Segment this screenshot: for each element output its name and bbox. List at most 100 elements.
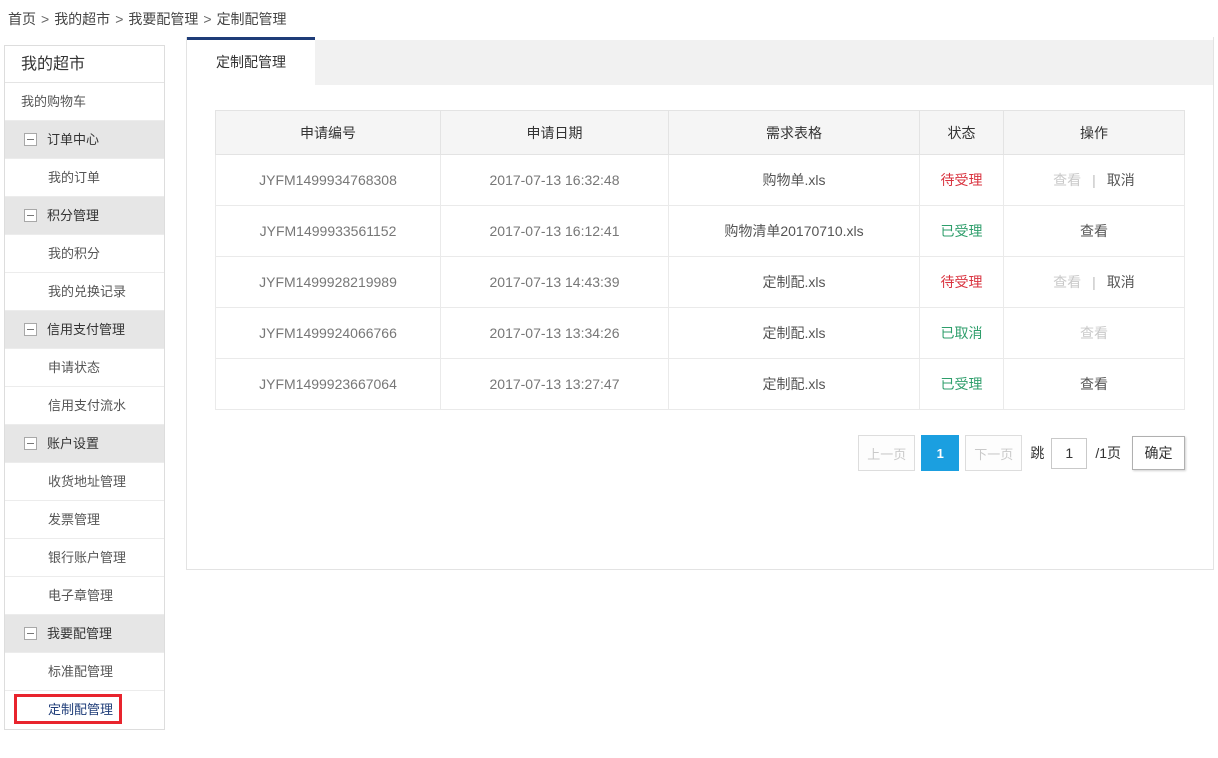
breadcrumb-separator: > — [41, 11, 49, 27]
cell-application-id: JYFM1499934768308 — [216, 155, 441, 206]
cell-actions: 查看 — [1004, 308, 1185, 359]
column-header: 申请日期 — [441, 111, 669, 155]
collapse-minus-icon[interactable] — [24, 437, 37, 450]
column-header: 操作 — [1004, 111, 1185, 155]
sidebar-item[interactable]: 标准配管理 — [5, 653, 164, 691]
sidebar-item[interactable]: 发票管理 — [5, 501, 164, 539]
sidebar-item[interactable]: 我的购物车 — [5, 83, 164, 121]
sidebar-item[interactable]: 我要配管理 — [5, 615, 164, 653]
page-jump-input[interactable] — [1051, 438, 1087, 469]
cell-requirement-file: 购物清单20170710.xls — [669, 206, 920, 257]
prev-page-button[interactable]: 上一页 — [858, 435, 915, 471]
cell-status: 已取消 — [920, 308, 1004, 359]
table-body: JYFM14999347683082017-07-13 16:32:48购物单.… — [216, 155, 1185, 410]
sidebar-item[interactable]: 申请状态 — [5, 349, 164, 387]
cell-status: 已受理 — [920, 359, 1004, 410]
column-header: 状态 — [920, 111, 1004, 155]
cell-status: 已受理 — [920, 206, 1004, 257]
sidebar-item[interactable]: 我的积分 — [5, 235, 164, 273]
action-view-link: 查看 — [1053, 172, 1081, 188]
collapse-minus-icon[interactable] — [24, 627, 37, 640]
action-view-link[interactable]: 查看 — [1080, 376, 1108, 392]
sidebar-item-label: 信用支付流水 — [48, 398, 126, 413]
sidebar: 我的超市 我的购物车订单中心我的订单积分管理我的积分我的兑换记录信用支付管理申请… — [4, 45, 165, 730]
cell-actions: 查看 | 取消 — [1004, 155, 1185, 206]
current-page-button[interactable]: 1 — [921, 435, 959, 471]
table-row: JYFM14999347683082017-07-13 16:32:48购物单.… — [216, 155, 1185, 206]
cell-actions: 查看 — [1004, 206, 1185, 257]
action-view-link: 查看 — [1053, 274, 1081, 290]
sidebar-item-active[interactable]: 定制配管理 — [5, 691, 164, 729]
next-page-button[interactable]: 下一页 — [965, 435, 1022, 471]
tab-bar: 定制配管理 — [187, 37, 1213, 85]
cell-application-date: 2017-07-13 13:34:26 — [441, 308, 669, 359]
tab-label: 定制配管理 — [216, 54, 286, 70]
table-row: JYFM14999335611522017-07-13 16:12:41购物清单… — [216, 206, 1185, 257]
sidebar-item[interactable]: 我的兑换记录 — [5, 273, 164, 311]
sidebar-item-label: 我的兑换记录 — [48, 284, 126, 299]
sidebar-item[interactable]: 信用支付流水 — [5, 387, 164, 425]
sidebar-item[interactable]: 收货地址管理 — [5, 463, 164, 501]
action-view-link: 查看 — [1080, 325, 1108, 341]
jump-label: 跳 — [1030, 443, 1044, 463]
total-pages-label: /1页 — [1095, 443, 1121, 463]
sidebar-item[interactable]: 信用支付管理 — [5, 311, 164, 349]
column-header: 需求表格 — [669, 111, 920, 155]
breadcrumb-item[interactable]: 我要配管理 — [128, 11, 198, 27]
table-row: JYFM14999282199892017-07-13 14:43:39定制配.… — [216, 257, 1185, 308]
tab-custom-distribution[interactable]: 定制配管理 — [187, 37, 315, 85]
sidebar-item-label: 发票管理 — [48, 512, 100, 527]
breadcrumb-item[interactable]: 我的超市 — [54, 11, 110, 27]
action-cancel-link[interactable]: 取消 — [1107, 274, 1135, 290]
cell-requirement-file: 定制配.xls — [669, 257, 920, 308]
sidebar-item-label: 积分管理 — [47, 208, 99, 223]
sidebar-item-label: 我的订单 — [48, 170, 100, 185]
cell-application-date: 2017-07-13 13:27:47 — [441, 359, 669, 410]
confirm-button[interactable]: 确定 — [1132, 436, 1185, 470]
sidebar-item-label: 定制配管理 — [48, 702, 113, 717]
action-separator: | — [1092, 274, 1096, 290]
table-header: 申请编号申请日期需求表格状态操作 — [216, 111, 1185, 155]
cell-requirement-file: 定制配.xls — [669, 308, 920, 359]
cell-application-id: JYFM1499928219989 — [216, 257, 441, 308]
sidebar-item-label: 我要配管理 — [47, 626, 112, 641]
sidebar-item-label: 我的积分 — [48, 246, 100, 261]
sidebar-item-label: 标准配管理 — [48, 664, 113, 679]
table-row: JYFM14999240667662017-07-13 13:34:26定制配.… — [216, 308, 1185, 359]
cell-actions: 查看 — [1004, 359, 1185, 410]
sidebar-item[interactable]: 积分管理 — [5, 197, 164, 235]
cell-status: 待受理 — [920, 155, 1004, 206]
cell-application-date: 2017-07-13 16:12:41 — [441, 206, 669, 257]
action-cancel-link[interactable]: 取消 — [1107, 172, 1135, 188]
cell-requirement-file: 购物单.xls — [669, 155, 920, 206]
sidebar-item-label: 银行账户管理 — [48, 550, 126, 565]
sidebar-item-label: 我的购物车 — [21, 94, 86, 109]
pagination: 上一页 1 下一页 跳 /1页 确定 — [215, 435, 1185, 471]
collapse-minus-icon[interactable] — [24, 209, 37, 222]
cell-actions: 查看 | 取消 — [1004, 257, 1185, 308]
sidebar-item-label: 订单中心 — [47, 132, 99, 147]
table-row: JYFM14999236670642017-07-13 13:27:47定制配.… — [216, 359, 1185, 410]
sidebar-item-label: 申请状态 — [48, 360, 100, 375]
sidebar-menu: 我的购物车订单中心我的订单积分管理我的积分我的兑换记录信用支付管理申请状态信用支… — [5, 83, 164, 729]
cell-application-id: JYFM1499924066766 — [216, 308, 441, 359]
collapse-minus-icon[interactable] — [24, 133, 37, 146]
action-separator: | — [1092, 172, 1096, 188]
sidebar-item[interactable]: 电子章管理 — [5, 577, 164, 615]
sidebar-item[interactable]: 银行账户管理 — [5, 539, 164, 577]
breadcrumb-item: 定制配管理 — [217, 11, 287, 27]
sidebar-item[interactable]: 账户设置 — [5, 425, 164, 463]
collapse-minus-icon[interactable] — [24, 323, 37, 336]
sidebar-title: 我的超市 — [5, 46, 164, 83]
sidebar-item[interactable]: 我的订单 — [5, 159, 164, 197]
content-panel: 定制配管理 申请编号申请日期需求表格状态操作 JYFM1499934768308… — [186, 37, 1214, 570]
sidebar-item-label: 账户设置 — [47, 436, 99, 451]
tab-bar-filler — [315, 40, 1213, 85]
sidebar-item[interactable]: 订单中心 — [5, 121, 164, 159]
action-view-link[interactable]: 查看 — [1080, 223, 1108, 239]
sidebar-item-label: 电子章管理 — [48, 588, 113, 603]
breadcrumb-item[interactable]: 首页 — [8, 11, 36, 27]
breadcrumb-separator: > — [203, 11, 211, 27]
cell-status: 待受理 — [920, 257, 1004, 308]
sidebar-item-label: 信用支付管理 — [47, 322, 125, 337]
